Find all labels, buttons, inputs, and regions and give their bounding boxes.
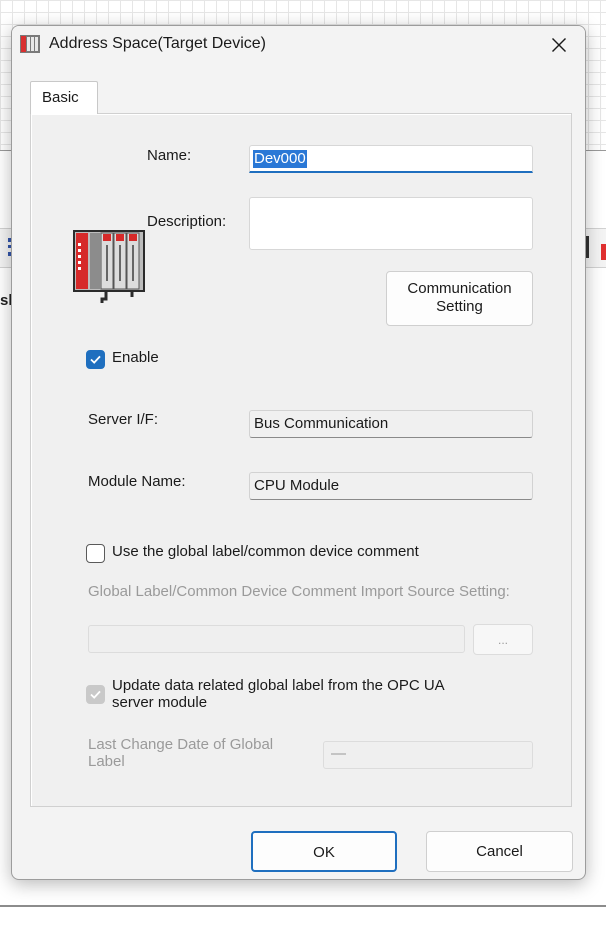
description-input[interactable] [249,197,533,250]
communication-setting-label-line1: Communication [407,280,512,297]
update-data-checkbox[interactable] [86,685,105,704]
module-name-label: Module Name: [88,473,186,490]
server-if-field: Bus Communication [249,410,533,438]
last-change-label-line2: Label [88,753,125,770]
background-fragment-mark [601,244,606,260]
background-fragment-mark [586,236,589,258]
name-input-value: Dev000 [253,150,307,168]
ok-button[interactable]: OK [251,831,397,872]
server-if-label: Server I/F: [88,411,159,428]
title-bar[interactable]: Address Space(Target Device) [12,26,585,64]
close-button[interactable] [541,30,577,60]
device-app-icon [20,35,40,53]
last-change-date-field: — [323,741,533,769]
checkmark-icon [90,690,101,699]
tab-basic-label: Basic [42,89,79,106]
communication-setting-button[interactable]: Communication Setting [386,271,533,326]
global-label-checkbox[interactable] [86,544,105,563]
name-label: Name: [147,147,192,164]
tab-basic[interactable]: Basic [30,81,98,114]
communication-setting-label-line2: Setting [436,298,483,315]
description-label: Description: [147,213,227,230]
update-data-label-line2: server module [112,694,208,711]
import-source-input[interactable] [88,625,465,653]
module-name-field: CPU Module [249,472,533,500]
cancel-button[interactable]: Cancel [426,831,573,872]
last-change-label-line1: Last Change Date of Global [88,736,274,753]
plc-device-icon [73,230,145,303]
dialog-title: Address Space(Target Device) [49,35,266,52]
background-statusbar [0,905,606,925]
global-label-checkbox-label: Use the global label/common device comme… [112,543,419,560]
tab-panel-basic: Name: Dev000 Description: Communication … [30,113,572,807]
checkmark-icon [90,355,101,364]
address-space-dialog: Address Space(Target Device) Basic Name:… [11,25,586,880]
update-data-label-line1: Update data related global label from th… [112,677,445,694]
enable-label: Enable [112,349,159,366]
enable-checkbox[interactable] [86,350,105,369]
close-icon [552,38,566,52]
name-input[interactable]: Dev000 [249,145,533,173]
import-source-label: Global Label/Common Device Comment Impor… [88,583,510,600]
browse-button[interactable]: ... [473,624,533,655]
